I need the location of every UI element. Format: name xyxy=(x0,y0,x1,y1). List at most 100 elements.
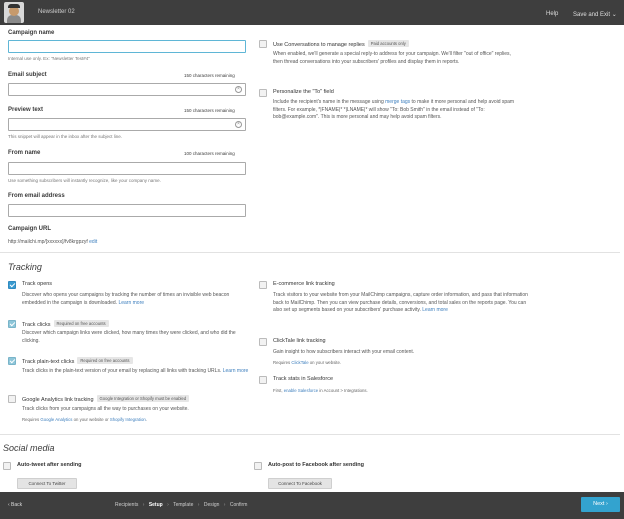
auto-post-facebook-title: Auto-post to Facebook after sending xyxy=(268,462,364,468)
personalize-to-checkbox[interactable] xyxy=(259,89,267,97)
clicktale-title: ClickTale link tracking xyxy=(273,338,326,344)
clicktale-requirement: Requires ClickTale on your website. xyxy=(273,360,341,365)
step-separator-icon: › xyxy=(142,502,145,508)
clear-icon[interactable]: × xyxy=(235,86,242,93)
email-subject-remaining: 150 characters remaining xyxy=(184,73,235,78)
campaign-name-help: Internal use only. Ex: "Newsletter Test#… xyxy=(8,56,90,61)
step-setup[interactable]: Setup xyxy=(149,502,163,508)
shopify-integration-link[interactable]: Shopify Integration xyxy=(110,417,146,422)
from-name-input[interactable] xyxy=(8,162,246,175)
google-analytics-link[interactable]: Google Analytics xyxy=(40,417,72,422)
campaign-url-label: Campaign URL xyxy=(8,226,52,232)
track-plain-text-description: Track clicks in the plain-text version o… xyxy=(22,368,250,376)
track-plain-text-title-text: Track plain-text clicks xyxy=(22,359,75,365)
required-free-badge: Required on free accounts xyxy=(77,357,133,364)
auto-tweet-title: Auto-tweet after sending xyxy=(17,462,82,468)
step-recipients[interactable]: Recipients xyxy=(115,502,138,508)
preview-text-help: This snippet will appear in the inbox af… xyxy=(8,134,123,139)
clicktale-checkbox[interactable] xyxy=(259,338,267,346)
track-opens-checkbox[interactable] xyxy=(8,281,16,289)
tracking-heading: Tracking xyxy=(8,262,42,272)
enable-salesforce-link[interactable]: enable Salesforce xyxy=(284,388,318,393)
track-opens-learn-more[interactable]: Learn more xyxy=(118,300,144,306)
ga-req-end: . xyxy=(145,417,147,422)
preview-text-label: Preview text xyxy=(8,107,44,113)
conversations-checkbox[interactable] xyxy=(259,40,267,48)
edit-url-link[interactable]: edit xyxy=(89,239,97,245)
conversations-description: When enabled, we'll generate a special r… xyxy=(273,51,511,65)
campaign-name-input[interactable] xyxy=(8,40,246,53)
next-button[interactable]: Next › xyxy=(581,497,620,512)
required-free-badge: Required on free accounts xyxy=(53,320,109,327)
back-button[interactable]: ‹ Back xyxy=(8,502,22,508)
auto-post-facebook-checkbox[interactable] xyxy=(254,462,262,470)
from-name-help: Use something subscribers will instantly… xyxy=(8,178,161,183)
google-analytics-checkbox[interactable] xyxy=(8,395,16,403)
campaign-title: Newsletter 02 xyxy=(38,9,75,15)
clear-icon[interactable]: × xyxy=(235,121,242,128)
salesforce-requirement: First, enable Salesforce in Account > In… xyxy=(273,388,368,393)
track-opens-title: Track opens xyxy=(22,281,53,287)
personalize-to-title: Personalize the "To" field xyxy=(273,89,334,95)
logo-hat-shape xyxy=(8,4,20,8)
top-bar: Newsletter 02 Help Save and Exit ⌄ xyxy=(0,0,624,25)
logo-body-shape xyxy=(7,15,21,23)
step-separator-icon: › xyxy=(167,502,169,508)
clicktale-req-start: Requires xyxy=(273,360,292,365)
clicktale-req-end: on your website. xyxy=(308,360,342,365)
email-subject-label: Email subject xyxy=(8,72,47,78)
campaign-setup-form: Campaign name Internal use only. Ex: "Ne… xyxy=(0,25,624,492)
salesforce-checkbox[interactable] xyxy=(259,376,267,384)
chevron-down-icon: ⌄ xyxy=(611,12,617,18)
save-and-exit-label: Save and Exit xyxy=(573,12,611,18)
ga-req-start: Requires xyxy=(22,417,41,422)
merge-tags-link[interactable]: merge tags xyxy=(385,99,410,105)
conversations-title: Use Conversations to manage replies Paid … xyxy=(273,40,409,48)
track-plain-text-learn-more[interactable]: Learn more xyxy=(223,368,249,374)
track-clicks-title-text: Track clicks xyxy=(22,322,51,328)
track-plain-text-checkbox[interactable] xyxy=(8,357,16,365)
track-clicks-description: Discover which campaign links were click… xyxy=(22,330,236,344)
connect-facebook-button[interactable]: Connect To Facebook xyxy=(268,478,332,489)
section-divider xyxy=(0,252,620,253)
track-plain-text-title: Track plain-text clicks Required on free … xyxy=(22,357,133,365)
ecommerce-description: Track visitors to your website from your… xyxy=(273,292,528,315)
email-subject-input[interactable]: × xyxy=(8,83,246,96)
save-and-exit-button[interactable]: Save and Exit ⌄ xyxy=(573,11,617,18)
mailchimp-logo[interactable] xyxy=(4,2,24,23)
track-clicks-checkbox[interactable] xyxy=(8,320,16,328)
campaign-url-value: http://mailchi.mp/[xxxxxx]/fv8krgpzyf xyxy=(8,239,88,245)
step-confirm[interactable]: Confirm xyxy=(230,502,248,508)
ecommerce-title: E-commerce link tracking xyxy=(273,281,335,287)
from-email-input[interactable] xyxy=(8,204,246,217)
salesforce-req-end: in Account > Integrations. xyxy=(318,388,368,393)
google-analytics-requirement: Requires Google Analytics on your websit… xyxy=(22,417,147,422)
clicktale-description: Gain insight to how subscribers interact… xyxy=(273,349,415,355)
step-separator-icon: › xyxy=(197,502,200,508)
google-integration-badge: Google Integration or Shopify must be en… xyxy=(96,395,190,402)
from-email-label: From email address xyxy=(8,193,65,199)
campaign-url: http://mailchi.mp/[xxxxxx]/fv8krgpzyf ed… xyxy=(8,239,97,245)
step-separator-icon: › xyxy=(223,502,226,508)
ecommerce-desc-text: Track visitors to your website from your… xyxy=(273,292,528,314)
step-breadcrumb: Recipients › Setup › Template › Design ›… xyxy=(115,502,250,508)
social-media-heading: Social media xyxy=(3,443,55,453)
from-name-remaining: 100 characters remaining xyxy=(184,151,235,156)
track-plain-text-desc-text: Track clicks in the plain-text version o… xyxy=(22,368,223,374)
ecommerce-learn-more[interactable]: Learn more xyxy=(422,307,448,313)
step-design[interactable]: Design xyxy=(204,502,220,508)
ga-req-mid: on your website or xyxy=(72,417,110,422)
clicktale-link[interactable]: ClickTale xyxy=(291,360,308,365)
preview-text-input[interactable]: × xyxy=(8,118,246,131)
preview-text-remaining: 150 characters remaining xyxy=(184,108,235,113)
step-template[interactable]: Template xyxy=(173,502,193,508)
from-name-label: From name xyxy=(8,150,41,156)
auto-tweet-checkbox[interactable] xyxy=(3,462,11,470)
connect-twitter-button[interactable]: Connect To Twitter xyxy=(17,478,77,489)
campaign-name-label: Campaign name xyxy=(8,30,55,36)
track-clicks-title: Track clicks Required on free accounts xyxy=(22,320,109,328)
salesforce-req-start: First, xyxy=(273,388,284,393)
google-analytics-description: Track clicks from your campaigns all the… xyxy=(22,406,189,412)
help-link[interactable]: Help xyxy=(546,11,558,17)
ecommerce-checkbox[interactable] xyxy=(259,281,267,289)
